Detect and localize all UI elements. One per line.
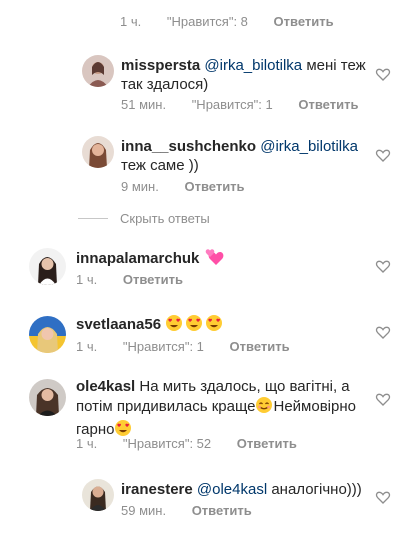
comment-username[interactable]: misspersta [121, 57, 200, 74]
comment-time: 9 мин. [121, 179, 159, 194]
comment-meta: 51 мин. "Нравится": 1 Ответить [121, 97, 380, 112]
like-heart-icon[interactable] [375, 66, 391, 82]
comment-text: ole4kasl На мить здалось, що вагітні, а … [76, 377, 366, 442]
prev-comment-meta: 1 ч. "Нравится": 8 Ответить [120, 14, 356, 29]
reply-button[interactable]: Ответить [230, 339, 290, 354]
comment-text: iranestere @ole4kasl аналогічно))) [121, 480, 376, 499]
comment-username[interactable]: ole4kasl [76, 378, 135, 395]
mention-link[interactable]: @irka_bilotilka [204, 57, 302, 74]
likes-count[interactable]: "Нравится": 1 [192, 97, 273, 112]
comment-time: 51 мин. [121, 97, 167, 112]
like-heart-icon[interactable] [375, 324, 391, 340]
avatar[interactable] [29, 379, 66, 416]
reply-button[interactable]: Ответить [123, 272, 183, 287]
likes-count[interactable]: "Нравится": 8 [167, 14, 248, 29]
reply-button[interactable]: Ответить [274, 14, 334, 29]
comment-body: теж саме )) [121, 157, 199, 174]
comment-username[interactable]: iranestere [121, 481, 193, 498]
hide-replies-button[interactable]: Скрыть ответы [78, 211, 210, 226]
comment-time: 1 ч. [76, 436, 98, 451]
comment-time: 1 ч. [120, 14, 142, 29]
comment-body: аналогічно))) [267, 481, 362, 498]
divider [78, 218, 108, 219]
comment-text: misspersta @irka_bilotilka мені теж так … [121, 56, 371, 94]
comment-text: innapalamarchuk [76, 248, 366, 271]
likes-count[interactable]: "Нравится": 1 [123, 339, 204, 354]
comment-username[interactable]: inna__sushchenko [121, 138, 256, 155]
comment-time: 59 мин. [121, 503, 167, 518]
comment-meta: 1 ч. "Нравится": 1 Ответить [76, 339, 312, 354]
like-heart-icon[interactable] [375, 391, 391, 407]
reply-button[interactable]: Ответить [192, 503, 252, 518]
mention-link[interactable]: @ole4kasl [197, 481, 267, 498]
comment-meta: 59 мин. Ответить [121, 503, 274, 518]
like-heart-icon[interactable] [375, 489, 391, 505]
comment-meta: 1 ч. "Нравится": 52 Ответить [76, 436, 319, 451]
two-hearts-emoji-icon [204, 248, 224, 271]
comment-username[interactable]: svetlaana56 [76, 316, 161, 333]
reply-button[interactable]: Ответить [237, 436, 297, 451]
comment-meta: 1 ч. Ответить [76, 272, 205, 287]
avatar[interactable] [82, 479, 114, 511]
likes-count[interactable]: "Нравится": 52 [123, 436, 211, 451]
avatar[interactable] [29, 248, 66, 285]
heart-eyes-emoji-icon [165, 314, 223, 337]
avatar[interactable] [29, 316, 66, 353]
comment-meta: 9 мин. Ответить [121, 179, 267, 194]
comment-text: svetlaana56 [76, 314, 366, 337]
avatar[interactable] [82, 136, 114, 168]
hide-replies-label: Скрыть ответы [120, 211, 210, 226]
comment-time: 1 ч. [76, 339, 98, 354]
reply-button[interactable]: Ответить [184, 179, 244, 194]
like-heart-icon[interactable] [375, 147, 391, 163]
smiling-face-emoji-icon [255, 396, 273, 419]
mention-link[interactable]: @irka_bilotilka [260, 138, 358, 155]
comment-time: 1 ч. [76, 272, 98, 287]
like-heart-icon[interactable] [375, 258, 391, 274]
avatar[interactable] [82, 55, 114, 87]
reply-button[interactable]: Ответить [298, 97, 358, 112]
comment-text: inna__sushchenko @irka_bilotilka теж сам… [121, 137, 371, 175]
comment-username[interactable]: innapalamarchuk [76, 250, 199, 267]
